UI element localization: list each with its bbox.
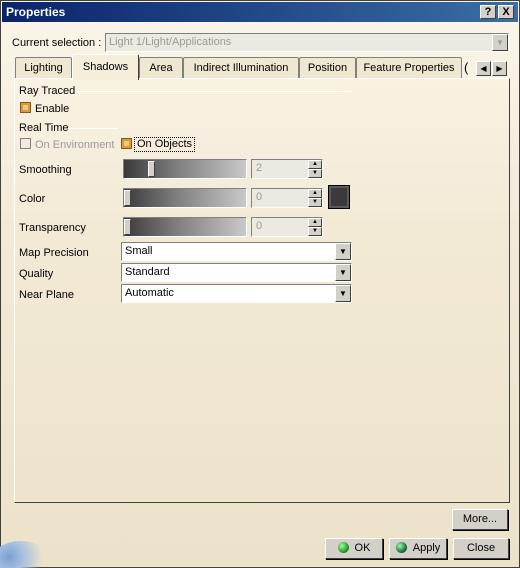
close-button[interactable]: Close	[453, 538, 509, 559]
real-time-divider	[68, 128, 118, 129]
tab-area[interactable]: Area	[139, 57, 183, 79]
tab-scroll-right-icon[interactable]: ▶	[492, 61, 507, 76]
spin-down-icon[interactable]: ▼	[308, 227, 322, 236]
apply-icon	[395, 542, 407, 553]
properties-dialog: Properties ? X Current selection : Light…	[0, 0, 520, 568]
current-selection-field: Light 1/Light/Applications ▼	[105, 33, 509, 52]
tab-shadows[interactable]: Shadows	[72, 54, 139, 80]
color-value: 0	[256, 191, 263, 203]
quality-label: Quality	[19, 268, 54, 280]
near-plane-select[interactable]: Automatic ▼	[121, 284, 352, 303]
enable-label: Enable	[35, 103, 70, 115]
on-objects-checkbox[interactable]	[121, 138, 132, 149]
more-button[interactable]: More...	[452, 509, 508, 530]
decorative-glow	[0, 541, 51, 568]
color-label: Color	[19, 193, 46, 205]
smoothing-slider-thumb[interactable]	[148, 161, 155, 177]
spin-up-icon[interactable]: ▲	[308, 218, 322, 227]
on-environment-checkbox[interactable]	[20, 138, 31, 149]
ok-button[interactable]: OK	[325, 538, 383, 559]
on-objects-label: On Objects	[134, 137, 196, 152]
transparency-spin-buttons[interactable]: ▲ ▼	[308, 218, 322, 236]
transparency-value: 0	[256, 220, 263, 232]
chevron-down-icon[interactable]: ▼	[335, 243, 351, 260]
color-spin-buttons[interactable]: ▲ ▼	[308, 189, 322, 207]
tab-position[interactable]: Position	[299, 57, 356, 79]
ok-label: OK	[354, 542, 371, 554]
color-slider[interactable]	[123, 188, 247, 208]
ray-traced-group-title: Ray Traced	[19, 85, 76, 97]
color-spinner[interactable]: 0 ▲ ▼	[251, 188, 323, 208]
current-selection-value: Light 1/Light/Applications	[109, 36, 232, 48]
near-plane-label: Near Plane	[19, 289, 75, 301]
spin-up-icon[interactable]: ▲	[308, 160, 322, 169]
apply-label: Apply	[412, 542, 441, 554]
window-title: Properties	[6, 5, 66, 19]
transparency-label: Transparency	[19, 222, 86, 234]
transparency-slider-thumb[interactable]	[124, 219, 131, 235]
title-bar: Properties ? X	[2, 2, 518, 22]
near-plane-value: Automatic	[125, 287, 174, 299]
map-precision-select[interactable]: Small ▼	[121, 242, 352, 261]
color-swatch-button[interactable]	[328, 185, 350, 209]
on-environment-label: On Environment	[35, 139, 115, 151]
help-button[interactable]: ?	[480, 5, 496, 19]
enable-checkbox[interactable]	[20, 102, 31, 113]
chevron-down-icon[interactable]: ▼	[335, 264, 351, 281]
current-selection-label: Current selection :	[12, 37, 102, 49]
map-precision-value: Small	[125, 245, 153, 257]
tab-feature-properties[interactable]: Feature Properties	[356, 57, 462, 79]
map-precision-label: Map Precision	[19, 247, 89, 259]
chevron-down-icon[interactable]: ▼	[335, 285, 351, 302]
spin-down-icon[interactable]: ▼	[308, 169, 322, 178]
transparency-slider[interactable]	[123, 217, 247, 237]
real-time-group-title: Real Time	[19, 122, 69, 134]
color-slider-thumb[interactable]	[124, 190, 131, 206]
close-window-button[interactable]: X	[498, 5, 514, 19]
transparency-spinner[interactable]: 0 ▲ ▼	[251, 217, 323, 237]
ok-icon	[337, 542, 349, 553]
tab-indirect-illumination[interactable]: Indirect Illumination	[183, 57, 299, 79]
smoothing-spinner[interactable]: 2 ▲ ▼	[251, 159, 323, 179]
spin-up-icon[interactable]: ▲	[308, 189, 322, 198]
tab-lighting[interactable]: Lighting	[15, 57, 72, 79]
smoothing-value: 2	[256, 162, 263, 174]
spin-down-icon[interactable]: ▼	[308, 198, 322, 207]
tab-overflow-indicator: (	[464, 60, 469, 75]
tab-scroll-left-icon[interactable]: ◀	[476, 61, 491, 76]
ray-traced-divider	[77, 91, 351, 92]
apply-button[interactable]: Apply	[389, 538, 447, 559]
smoothing-spin-buttons[interactable]: ▲ ▼	[308, 160, 322, 178]
smoothing-label: Smoothing	[19, 164, 72, 176]
quality-value: Standard	[125, 266, 170, 278]
smoothing-slider[interactable]	[123, 159, 247, 179]
chevron-down-icon: ▼	[492, 34, 508, 51]
quality-select[interactable]: Standard ▼	[121, 263, 352, 282]
